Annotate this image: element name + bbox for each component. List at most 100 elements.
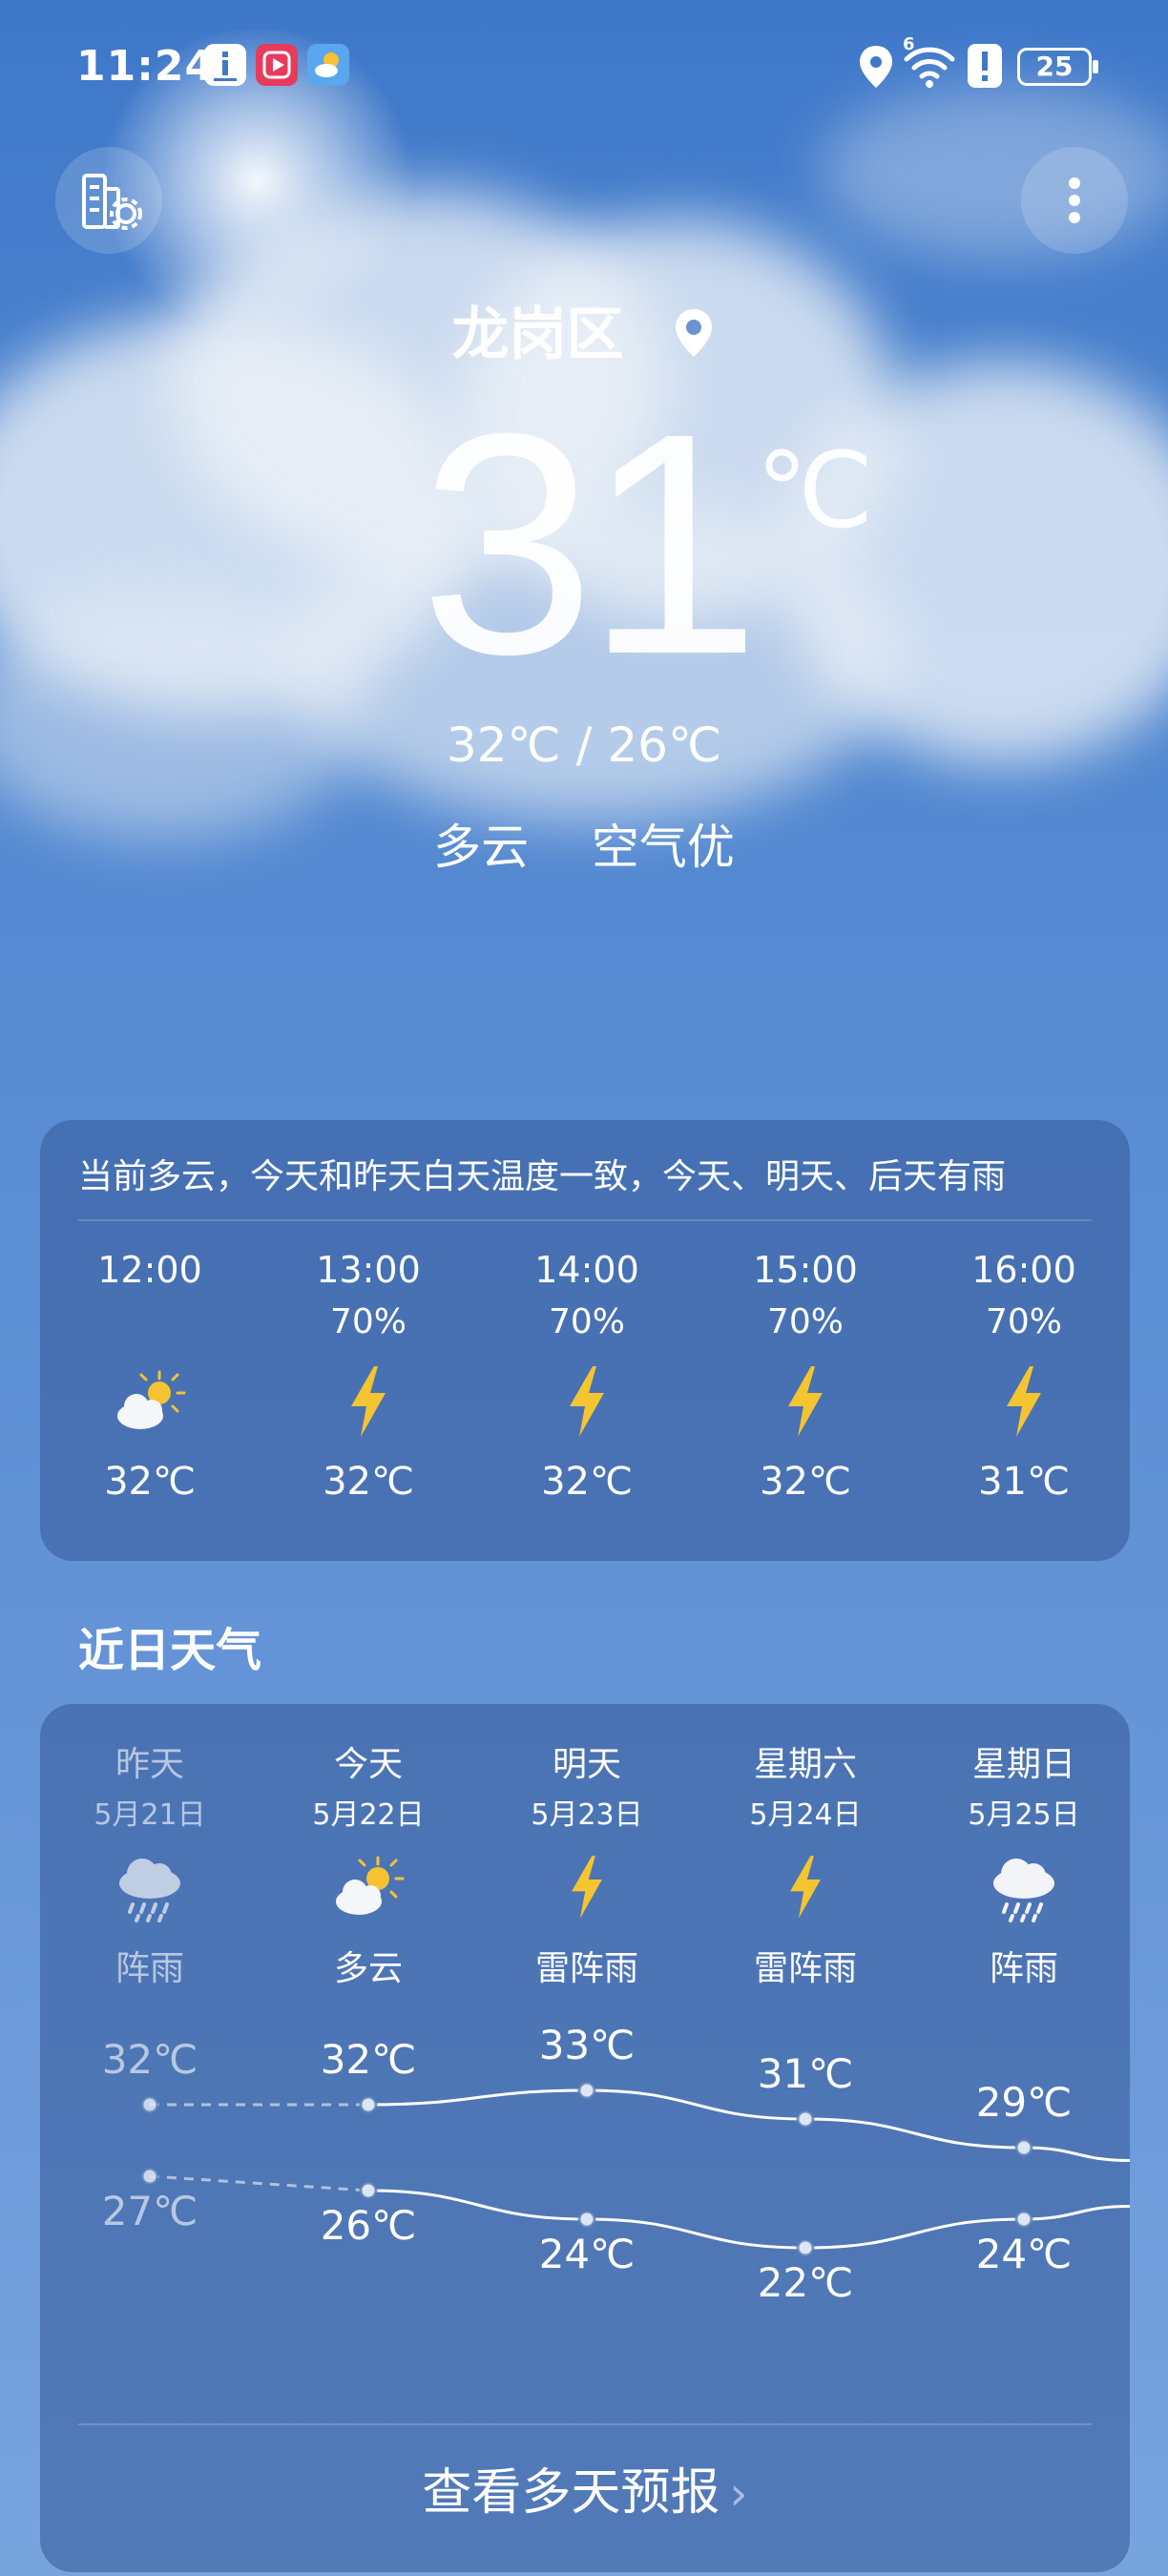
location-pin-icon bbox=[676, 309, 713, 357]
high-temp-point bbox=[140, 2095, 159, 2114]
weather-summary: 当前多云，今天和昨天白天温度一致，今天、明天、后天有雨 bbox=[78, 1157, 1007, 1196]
location-status-icon bbox=[860, 46, 892, 88]
today-hi-lo: 32℃ / 26℃ bbox=[446, 717, 722, 773]
day-condition: 阵雨 bbox=[989, 1949, 1058, 1988]
hourly-item[interactable]: 16:00 70% 31℃ bbox=[938, 1244, 1110, 1504]
day-condition: 多云 bbox=[333, 1949, 403, 1988]
chevron-right-icon: › bbox=[729, 2467, 748, 2521]
notification-info-icon bbox=[204, 44, 246, 86]
lightning-icon bbox=[572, 1856, 602, 1919]
high-temp-label: 31℃ bbox=[757, 2050, 854, 2097]
high-temp-label: 29℃ bbox=[975, 2079, 1073, 2126]
alert-icon bbox=[968, 44, 1002, 88]
lightning-icon bbox=[351, 1366, 386, 1437]
daily-item[interactable]: 星期日 5月25日 阵雨 bbox=[928, 1738, 1119, 1998]
more-days-label: 查看多天预报 bbox=[422, 2464, 720, 2522]
sun-cloud-icon bbox=[117, 1370, 186, 1429]
low-temp-label: 24℃ bbox=[975, 2231, 1073, 2277]
battery-indicator: 25 bbox=[1017, 48, 1098, 86]
day-condition: 雷阵雨 bbox=[753, 1949, 857, 1988]
day-date: 5月22日 bbox=[312, 1798, 425, 1832]
day-date: 5月25日 bbox=[968, 1798, 1080, 1832]
day-condition: 雷阵雨 bbox=[534, 1949, 638, 1988]
city-manage-button[interactable] bbox=[55, 147, 162, 254]
signal-label: 6 bbox=[903, 34, 915, 54]
high-temp-point bbox=[577, 2081, 596, 2100]
high-temp-label: 32℃ bbox=[101, 2036, 198, 2083]
high-temp-point bbox=[359, 2095, 378, 2114]
city-settings-icon bbox=[82, 174, 142, 230]
hourly-item[interactable]: 14:00 70% 32℃ bbox=[501, 1244, 673, 1504]
location-name: 龙岗区 bbox=[451, 301, 624, 368]
hourly-forecast-card[interactable]: 当前多云，今天和昨天白天温度一致，今天、明天、后天有雨 12:00 32℃ 13… bbox=[40, 1120, 1130, 1561]
more-vertical-icon bbox=[1069, 177, 1080, 223]
lightning-icon bbox=[790, 1856, 821, 1919]
day-date: 5月21日 bbox=[94, 1798, 206, 1832]
low-temp-point bbox=[1014, 2210, 1033, 2229]
precip-chance: 70% bbox=[329, 1302, 407, 1341]
day-name: 昨天 bbox=[115, 1745, 184, 1784]
divider bbox=[78, 2423, 1092, 2425]
high-temp-label: 33℃ bbox=[538, 2022, 636, 2068]
hour-temperature: 32℃ bbox=[541, 1460, 633, 1504]
day-name: 今天 bbox=[333, 1745, 403, 1784]
shower-icon bbox=[993, 1859, 1054, 1922]
hour-temperature: 32℃ bbox=[760, 1460, 851, 1504]
day-name: 星期六 bbox=[753, 1745, 857, 1784]
precip-chance: 70% bbox=[766, 1302, 844, 1341]
more-options-button[interactable] bbox=[1021, 147, 1128, 254]
daily-item[interactable]: 明天 5月23日 雷阵雨 bbox=[491, 1738, 682, 1998]
high-temp-label: 32℃ bbox=[320, 2036, 417, 2083]
day-condition: 阵雨 bbox=[115, 1949, 184, 1988]
air-quality[interactable]: 空气优 bbox=[592, 820, 735, 875]
low-temp-label: 22℃ bbox=[757, 2259, 854, 2306]
section-title-recent: 近日天气 bbox=[78, 1624, 262, 1677]
hour-temperature: 32℃ bbox=[104, 1460, 196, 1504]
precip-chance bbox=[64, 1296, 236, 1349]
hour-temperature: 32℃ bbox=[323, 1460, 414, 1504]
low-temp-point bbox=[359, 2181, 378, 2200]
lightning-icon bbox=[1007, 1366, 1041, 1437]
precip-chance: 70% bbox=[548, 1302, 625, 1341]
low-temp-point bbox=[140, 2167, 159, 2186]
daily-forecast-card[interactable]: 昨天 5月21日 阵雨 今天 5月22日 多云 明天 5月23日 雷阵雨 星期六… bbox=[40, 1704, 1131, 2572]
lightning-icon bbox=[570, 1366, 604, 1437]
status-bar: 11:24 6 25 bbox=[0, 34, 1168, 95]
hour-time: 13:00 bbox=[316, 1249, 421, 1291]
hour-time: 15:00 bbox=[753, 1249, 858, 1291]
low-temp-label: 26℃ bbox=[320, 2202, 417, 2249]
temperature-unit: ℃ bbox=[756, 432, 874, 550]
low-temp-point bbox=[796, 2238, 815, 2257]
temperature-trend-chart: 32℃ 32℃ 33℃ 31℃ 29℃ 27℃ 26℃ 24℃ 22℃ 24℃ bbox=[40, 2022, 1131, 2315]
hourly-item[interactable]: 13:00 70% 32℃ bbox=[282, 1244, 454, 1504]
location-header[interactable]: 龙岗区 bbox=[0, 288, 1168, 371]
sun-cloud-icon bbox=[336, 1856, 405, 1915]
daily-item[interactable]: 今天 5月22日 多云 bbox=[273, 1738, 464, 1998]
hour-temperature: 31℃ bbox=[978, 1460, 1070, 1504]
divider bbox=[78, 1219, 1092, 1221]
day-name: 明天 bbox=[552, 1745, 621, 1784]
video-app-icon bbox=[256, 44, 298, 86]
low-temp-point bbox=[577, 2210, 596, 2229]
lightning-icon bbox=[788, 1366, 823, 1437]
current-condition: 多云 bbox=[433, 820, 530, 875]
status-time: 11:24 bbox=[76, 42, 216, 91]
daily-item[interactable]: 星期六 5月24日 雷阵雨 bbox=[710, 1738, 901, 1998]
low-temp-label: 24℃ bbox=[538, 2231, 636, 2277]
weather-app-icon bbox=[307, 44, 349, 86]
precip-chance: 70% bbox=[985, 1302, 1062, 1341]
high-temp-point bbox=[796, 2109, 815, 2129]
high-temp-point bbox=[1014, 2138, 1033, 2157]
daily-item[interactable]: 昨天 5月21日 阵雨 bbox=[54, 1738, 245, 1998]
shower-icon bbox=[119, 1859, 180, 1922]
hour-time: 16:00 bbox=[971, 1249, 1076, 1291]
hourly-item[interactable]: 12:00 32℃ bbox=[64, 1244, 236, 1504]
current-temperature: 31 bbox=[420, 367, 761, 719]
low-temp-label: 27℃ bbox=[101, 2188, 198, 2234]
day-name: 星期日 bbox=[971, 1745, 1075, 1784]
hourly-item[interactable]: 15:00 70% 32℃ bbox=[720, 1244, 891, 1504]
day-date: 5月24日 bbox=[749, 1798, 862, 1832]
more-days-forecast-button[interactable]: 查看多天预报 › bbox=[40, 2452, 1130, 2524]
hour-time: 12:00 bbox=[97, 1249, 202, 1291]
day-date: 5月23日 bbox=[531, 1798, 643, 1832]
